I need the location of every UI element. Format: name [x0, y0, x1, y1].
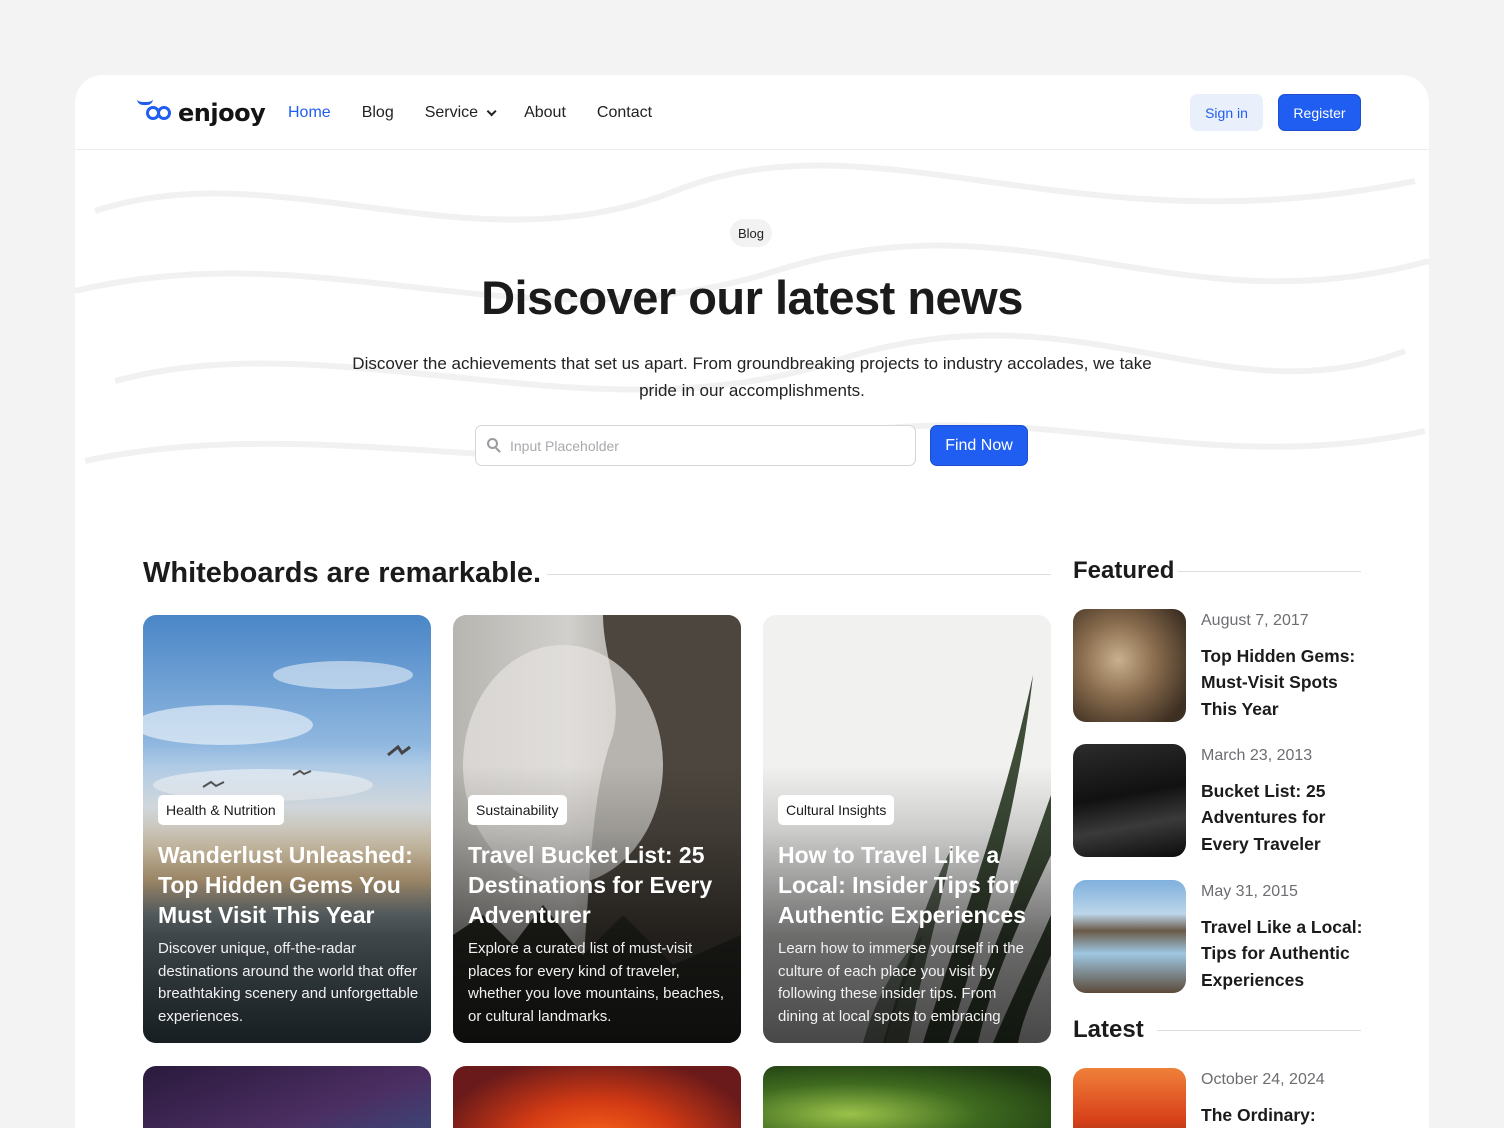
latest-heading: Latest [1073, 1016, 1144, 1043]
brand-name: enjooy [178, 99, 266, 127]
article-card[interactable]: Sustainability Travel Bucket List: 25 De… [453, 615, 741, 1043]
page-frame: enjooy Home Blog Service About Contact S… [75, 75, 1429, 1128]
sign-in-button[interactable]: Sign in [1190, 94, 1263, 131]
article-card-image[interactable] [763, 1066, 1051, 1128]
card-title[interactable]: Travel Bucket List: 25 Destinations for … [468, 840, 730, 930]
featured-divider [1178, 571, 1361, 572]
card-description: Learn how to immerse yourself in the cul… [778, 940, 1024, 1025]
card-title[interactable]: How to Travel Like a Local: Insider Tips… [778, 840, 1040, 930]
chevron-down-icon [486, 105, 497, 116]
article-card-image[interactable] [143, 1066, 431, 1128]
infinity-logo-icon [146, 106, 172, 120]
brand-logo[interactable]: enjooy [146, 99, 266, 127]
nav-service[interactable]: Service [425, 103, 497, 123]
article-card-image[interactable] [453, 1066, 741, 1128]
post-date: May 31, 2015 [1201, 883, 1298, 900]
category-tag[interactable]: Cultural Insights [778, 795, 895, 825]
page-title: Discover our latest news [481, 271, 1023, 324]
featured-thumbnail [1073, 744, 1186, 857]
section-divider [547, 574, 1051, 575]
category-tag[interactable]: Health & Nutrition [158, 795, 284, 825]
featured-thumbnail [1073, 880, 1186, 993]
main-nav: Home Blog Service About Contact [288, 103, 652, 123]
post-title[interactable]: The Ordinary: [1201, 1102, 1366, 1128]
register-button[interactable]: Register [1278, 94, 1361, 131]
latest-divider [1157, 1030, 1361, 1031]
latest-thumbnail [1073, 1068, 1186, 1128]
post-title[interactable]: Top Hidden Gems: Must-Visit Spots This Y… [1201, 643, 1366, 722]
post-date: October 24, 2024 [1201, 1071, 1325, 1088]
search-field [475, 425, 916, 466]
site-header: enjooy Home Blog Service About Contact S… [75, 75, 1429, 150]
article-card[interactable]: Cultural Insights How to Travel Like a L… [763, 615, 1051, 1043]
featured-heading: Featured [1073, 557, 1175, 584]
post-date: March 23, 2013 [1201, 747, 1313, 764]
post-date: August 7, 2017 [1201, 612, 1309, 629]
search-icon [487, 438, 501, 453]
post-title[interactable]: Bucket List: 25 Adventures for Every Tra… [1201, 778, 1366, 857]
page-subtitle: Discover the achievements that set us ap… [352, 354, 1152, 400]
article-card[interactable]: Health & Nutrition Wanderlust Unleashed:… [143, 615, 431, 1043]
card-title[interactable]: Wanderlust Unleashed: Top Hidden Gems Yo… [158, 840, 420, 930]
nav-blog[interactable]: Blog [362, 103, 394, 123]
section-heading: Whiteboards are remarkable. [143, 557, 542, 589]
nav-contact[interactable]: Contact [597, 103, 652, 123]
featured-thumbnail [1073, 609, 1186, 722]
search-input[interactable] [510, 426, 905, 465]
category-tag[interactable]: Sustainability [468, 795, 567, 825]
card-description: Explore a curated list of must-visit pla… [468, 940, 724, 1025]
card-description: Discover unique, off-the-radar destinati… [158, 940, 419, 1025]
post-title[interactable]: Travel Like a Local: Tips for Authentic … [1201, 914, 1366, 993]
find-now-button[interactable]: Find Now [930, 425, 1028, 466]
nav-home[interactable]: Home [288, 103, 331, 123]
section-badge: Blog [730, 219, 773, 247]
nav-about[interactable]: About [524, 103, 566, 123]
